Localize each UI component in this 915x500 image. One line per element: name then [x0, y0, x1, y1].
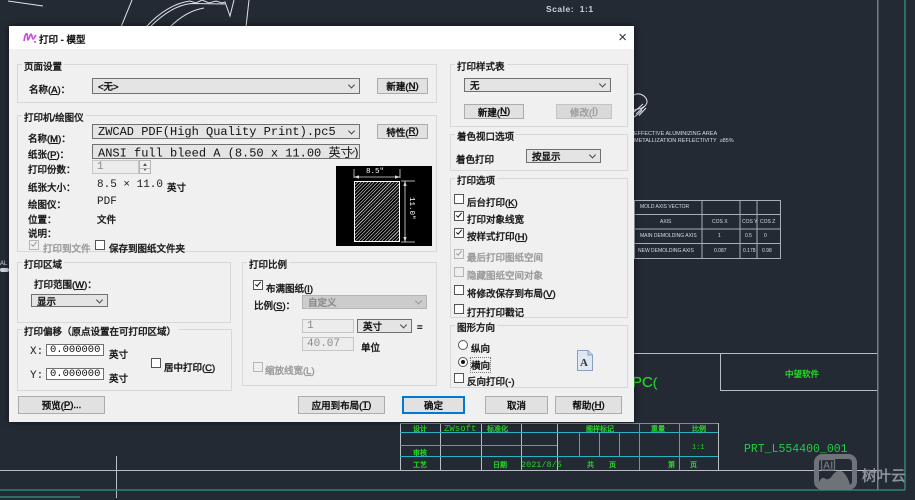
svg-text:A: A — [580, 357, 588, 369]
svg-text:AI: AI — [823, 461, 833, 472]
